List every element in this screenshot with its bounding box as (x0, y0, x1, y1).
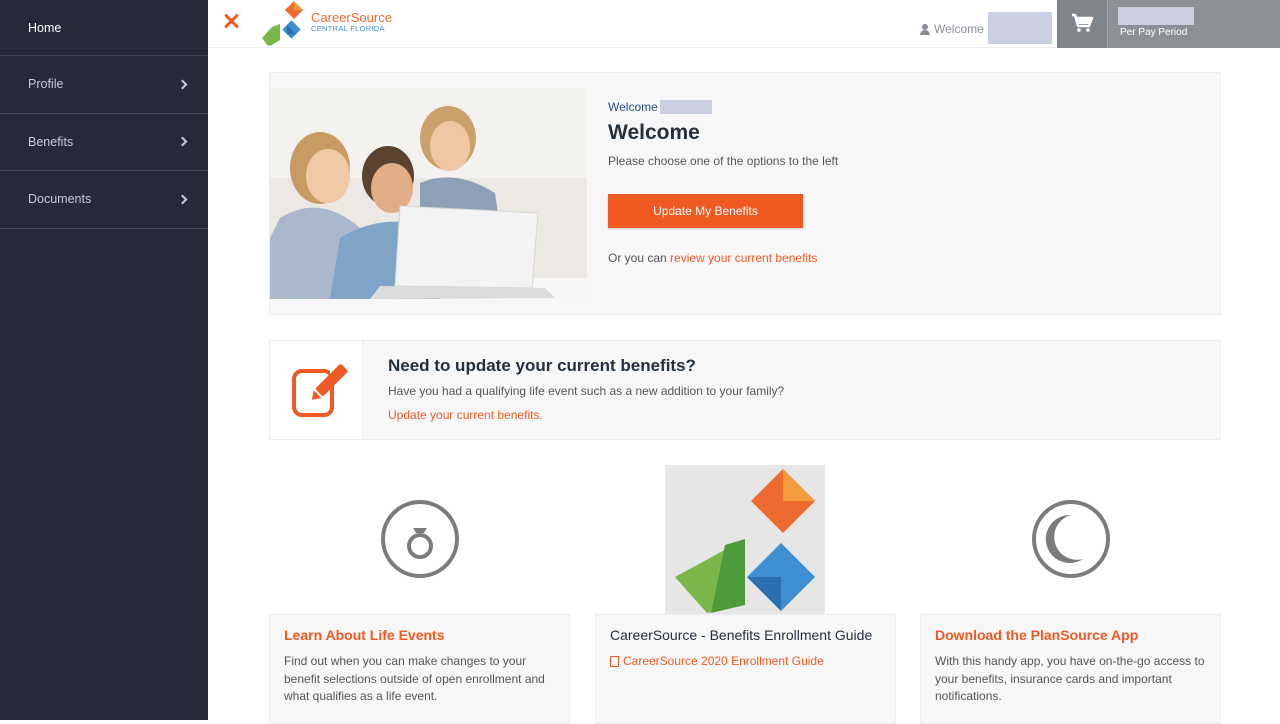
header-welcome-label: Welcome (934, 22, 984, 36)
cart-total[interactable]: Per Pay Period (1107, 0, 1280, 48)
update-current-benefits-link[interactable]: Update your current benefits. (388, 408, 543, 422)
pdf-icon (610, 655, 619, 667)
redacted-username (987, 12, 1052, 44)
sidebar-nav: Home Profile Benefits Documents (0, 0, 208, 720)
ring-icon (381, 500, 459, 578)
header-welcome: Welcome (920, 12, 1052, 44)
sidebar-item-label: Home (28, 20, 62, 35)
plansource-app-card[interactable]: Download the PlanSource App With this ha… (920, 614, 1221, 724)
sidebar-item-documents[interactable]: Documents (0, 171, 208, 229)
welcome-small-label: Welcome (608, 100, 658, 114)
sidebar-item-label: Profile (28, 77, 64, 92)
enrollment-guide-link[interactable]: CareerSource 2020 Enrollment Guide (610, 654, 824, 668)
update-my-benefits-button[interactable]: Update My Benefits (608, 194, 803, 228)
sidebar-item-profile[interactable]: Profile (0, 56, 208, 114)
redacted-name (659, 100, 712, 114)
card-title[interactable]: Download the PlanSource App (935, 627, 1138, 643)
card-text: With this handy app, you have on-the-go … (935, 654, 1205, 703)
careersource-logo[interactable]: CareerSource CENTRAL FLORIDA (258, 0, 408, 48)
life-events-card[interactable]: Learn About Life Events Find out when yo… (269, 614, 570, 724)
welcome-small: Welcome (608, 100, 712, 114)
sidebar-item-benefits[interactable]: Benefits (0, 114, 208, 171)
page-title: Welcome (608, 121, 700, 144)
user-icon (920, 23, 930, 35)
chevron-right-icon (177, 79, 188, 90)
edit-icon-cell (269, 340, 363, 440)
sidebar-item-label: Benefits (28, 134, 74, 149)
cart-icon (1072, 13, 1094, 32)
logo-title: CareerSource (311, 10, 392, 25)
enrollment-guide-card: CareerSource - Benefits Enrollment Guide… (595, 614, 896, 724)
enrollment-guide-link-label: CareerSource 2020 Enrollment Guide (623, 654, 824, 668)
close-menu-icon[interactable] (220, 10, 244, 34)
redacted-amount (1118, 7, 1194, 25)
card-title[interactable]: Learn About Life Events (284, 627, 445, 643)
chevron-right-icon (177, 136, 188, 147)
logo-diamonds-icon (262, 1, 303, 46)
sidebar-item-home[interactable]: Home (0, 0, 208, 56)
top-header: CareerSource CENTRAL FLORIDA Welcome Per… (208, 0, 1280, 48)
plansource-app-icon (1032, 500, 1110, 578)
cart-button[interactable] (1057, 0, 1107, 48)
family-photo (270, 88, 587, 299)
careersource-large-logo (665, 465, 825, 614)
review-text: Or you can review your current benefits (608, 251, 817, 265)
per-pay-period-label: Per Pay Period (1120, 27, 1188, 38)
edit-icon (292, 363, 348, 417)
card-title: CareerSource - Benefits Enrollment Guide (610, 627, 873, 643)
welcome-subtitle: Please choose one of the options to the … (608, 154, 839, 168)
logo-subtitle: CENTRAL FLORIDA (311, 24, 385, 33)
chevron-right-icon (177, 194, 188, 205)
update-subtitle: Have you had a qualifying life event suc… (388, 384, 785, 398)
review-benefits-link[interactable]: review your current benefits (670, 251, 817, 265)
card-text: Find out when you can make changes to yo… (284, 654, 545, 703)
sidebar-item-label: Documents (28, 192, 92, 207)
or-text: Or you can (608, 251, 671, 265)
update-title: Need to update your current benefits? (388, 356, 696, 375)
